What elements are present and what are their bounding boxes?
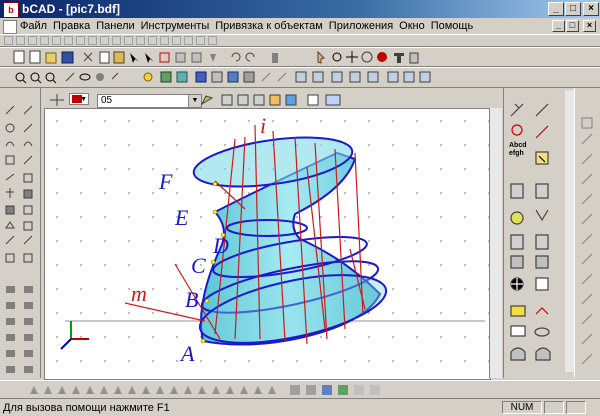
- document-icon[interactable]: [3, 20, 17, 34]
- toolbar-strip-empty: [0, 34, 600, 47]
- close-button[interactable]: ×: [583, 2, 599, 16]
- doc-restore-button[interactable]: □: [566, 20, 579, 32]
- label-A: A: [179, 341, 195, 366]
- palette-scrollbar[interactable]: [565, 90, 574, 372]
- paste-icon: [113, 51, 125, 64]
- new-file-icon: [13, 50, 25, 64]
- toolbar-bottom: [0, 380, 600, 399]
- toolbar-row2-icons: [13, 50, 419, 64]
- select-arrow-icon: [130, 53, 139, 63]
- num-lock-indicator: NUM: [502, 401, 542, 414]
- bcad-app-icon[interactable]: b: [3, 2, 19, 18]
- save-icon: [61, 51, 74, 64]
- redo-icon: [245, 52, 255, 62]
- right-tool-palette: Abcd efgh: [503, 88, 574, 378]
- layer-select[interactable]: 05 ▼: [97, 94, 202, 108]
- menu-bar: Файл Правка Панели Инструменты Привязка к об…: [0, 18, 600, 34]
- text-tool-icon: [394, 53, 404, 63]
- view-mode-icons[interactable]: [200, 92, 360, 108]
- status-text: Для вызова помощи нажмите F1: [3, 402, 170, 414]
- menu-tools[interactable]: Инструменты: [138, 18, 213, 34]
- minimize-button[interactable]: _: [548, 2, 564, 16]
- label-i: i: [260, 113, 266, 138]
- print-icon: [272, 53, 278, 63]
- toolbar-view: [0, 67, 600, 88]
- status-bar: Для вызова помощи нажмите F1 NUM: [0, 400, 600, 416]
- open-folder-icon: [45, 52, 57, 64]
- label-C: C: [191, 253, 206, 278]
- block-icon: [175, 52, 186, 63]
- label-B: B: [185, 287, 198, 312]
- drawing-svg: i F E D C B m A: [45, 109, 490, 379]
- status-panel-3: [566, 401, 586, 414]
- new-doc-icon: [29, 50, 41, 64]
- tool-grid: Abcd efgh: [506, 90, 564, 372]
- layer-value: 05: [101, 95, 113, 106]
- cut-icon: [83, 52, 93, 62]
- doc-minimize-button[interactable]: _: [552, 20, 565, 32]
- left-toolbox: [0, 88, 41, 378]
- label-E: E: [174, 205, 189, 230]
- label-F: F: [158, 169, 173, 194]
- grid-icon: [195, 71, 207, 83]
- hand-pan-icon: [317, 50, 325, 64]
- menu-window[interactable]: Окно: [396, 18, 428, 34]
- menu-applications[interactable]: Приложения: [326, 18, 396, 34]
- label-D: D: [212, 233, 229, 258]
- transform-icon: [159, 52, 170, 63]
- rotate-icon: [361, 51, 373, 63]
- stop-icon: [377, 52, 387, 62]
- insert-icon: [191, 52, 202, 63]
- label-m: m: [131, 281, 147, 306]
- menu-help[interactable]: Помощь: [428, 18, 477, 34]
- maximize-button[interactable]: □: [565, 2, 581, 16]
- drawing-canvas[interactable]: i F E D C B m A: [44, 108, 491, 380]
- canvas-scrollbar[interactable]: [489, 108, 502, 378]
- copy-icon: [99, 51, 110, 64]
- window-title: bCAD - [pic7.bdf]: [22, 2, 120, 16]
- text-tool-label[interactable]: Abcd efgh: [509, 142, 531, 158]
- select-arrow2-icon: [145, 53, 154, 63]
- eye-icon: [79, 73, 91, 81]
- title-bar: b bCAD - [pic7.bdf] _ □ ×: [0, 0, 600, 18]
- toolbar-standard: [0, 47, 600, 67]
- color-picker[interactable]: ▼: [69, 93, 89, 105]
- doc-close-button[interactable]: ×: [583, 20, 596, 32]
- menu-snap[interactable]: Привязка к объектам: [212, 18, 326, 34]
- far-right-toolbox: [574, 88, 600, 378]
- menu-file[interactable]: Файл: [17, 18, 50, 34]
- move-icon: [346, 51, 358, 63]
- status-panel-2: [544, 401, 564, 414]
- measure-icon: [409, 52, 419, 64]
- filter-icon: [210, 54, 216, 62]
- zoom-icon: [332, 52, 342, 62]
- smiley-icon: [143, 72, 153, 82]
- menu-panels[interactable]: Панели: [93, 18, 137, 34]
- undo-icon: [231, 52, 241, 62]
- chevron-down-icon: ▼: [80, 96, 87, 103]
- menu-edit[interactable]: Правка: [50, 18, 93, 34]
